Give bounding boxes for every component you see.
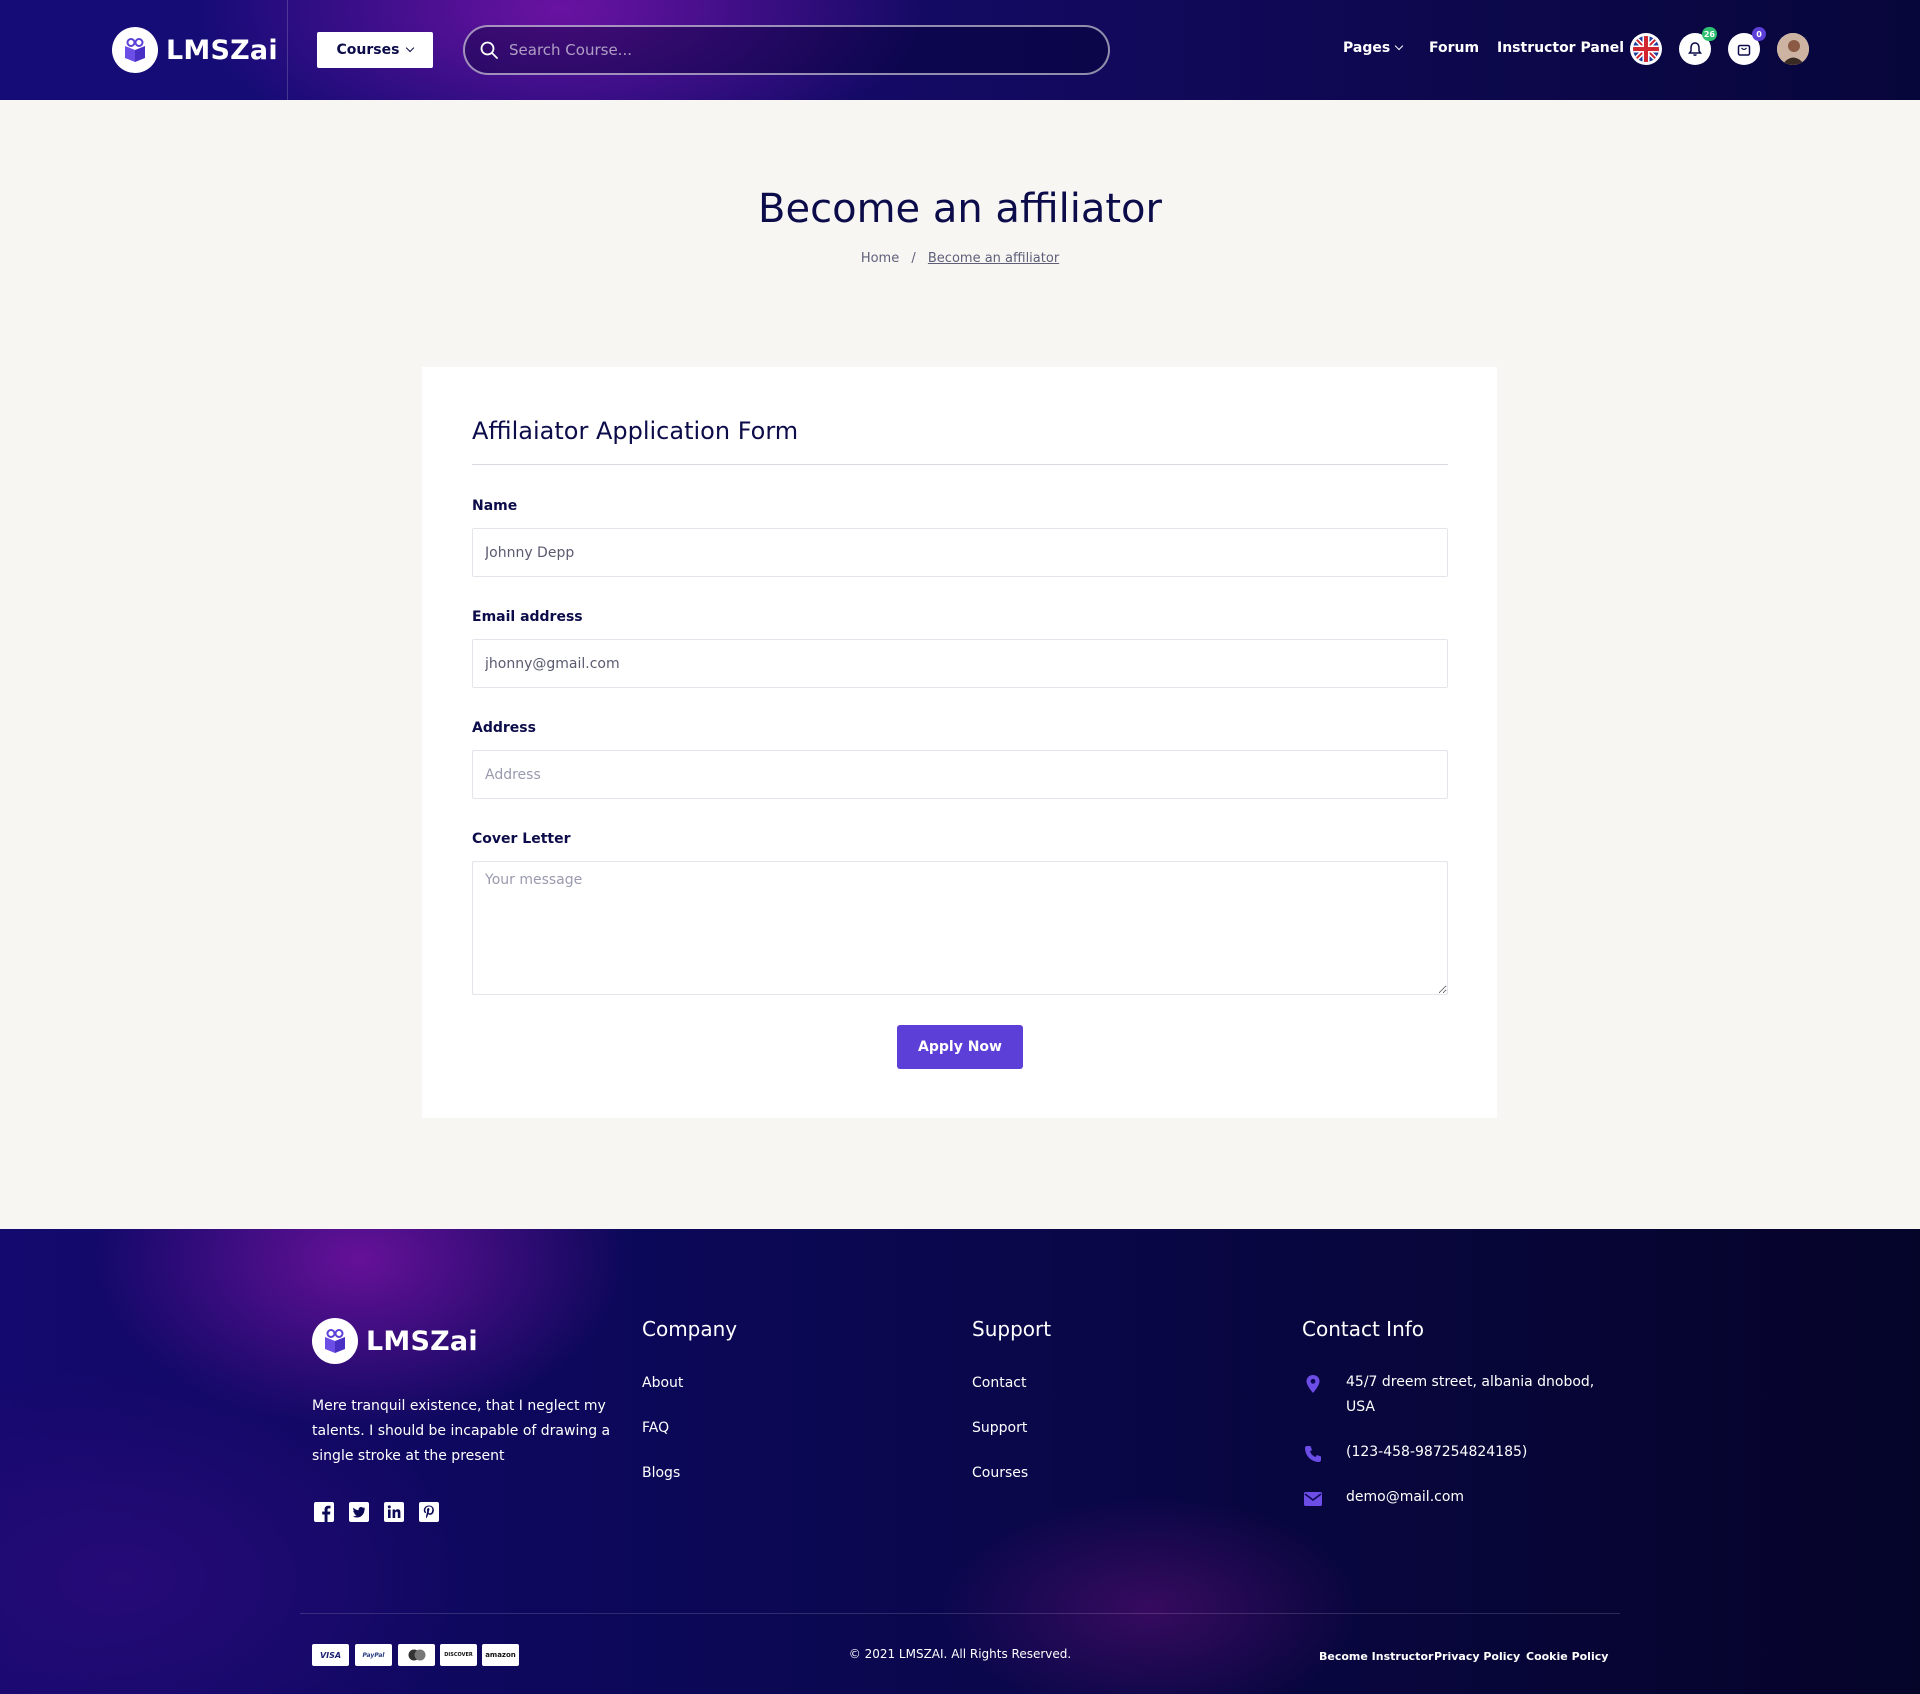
notification-count-badge: 26: [1701, 27, 1717, 41]
address-field[interactable]: [472, 750, 1448, 799]
nav-pages-label: Pages: [1343, 40, 1391, 56]
footer-divider: [300, 1613, 1620, 1614]
twitter-icon[interactable]: [347, 1500, 371, 1524]
bell-icon: [1688, 42, 1702, 56]
courses-label: Courses: [336, 42, 400, 58]
cart-button[interactable]: 0: [1728, 27, 1766, 65]
nav-forum-label: Forum: [1429, 40, 1480, 56]
footer-link-contact[interactable]: Contact: [972, 1375, 1026, 1391]
brand-name: LMSZai: [166, 34, 278, 66]
uk-flag-icon: [1633, 36, 1659, 62]
privacy-policy-link[interactable]: Privacy Policy: [1434, 1650, 1520, 1663]
become-instructor-link[interactable]: Become Instructor: [1319, 1650, 1433, 1663]
shopping-bag-icon: [1737, 44, 1751, 56]
facebook-icon[interactable]: [312, 1500, 336, 1524]
phone-icon: [1302, 1443, 1324, 1465]
linkedin-icon[interactable]: [382, 1500, 406, 1524]
address-label: Address: [472, 720, 536, 736]
breadcrumb: Home / Become an affiliator: [0, 251, 1920, 266]
nav-instructor-panel[interactable]: Instructor Panel: [1497, 40, 1624, 56]
name-label: Name: [472, 498, 518, 514]
header-divider: [287, 0, 288, 100]
cart-count-badge: 0: [1752, 27, 1766, 41]
chevron-down-icon: [1394, 41, 1404, 51]
contact-phone: (123-458-987254824185): [1346, 1444, 1528, 1460]
breadcrumb-current[interactable]: Become an affiliator: [928, 251, 1059, 266]
search-bar: [463, 25, 1110, 75]
footer-link-courses[interactable]: Courses: [972, 1465, 1028, 1481]
location-pin-icon: [1302, 1373, 1324, 1395]
contact-info-title: Contact Info: [1302, 1317, 1425, 1341]
search-input[interactable]: [509, 41, 1069, 59]
footer-brand-name: LMSZai: [366, 1325, 478, 1357]
user-avatar[interactable]: [1777, 33, 1809, 65]
affiliate-form-card: Affilaiator Application Form Name Email …: [422, 367, 1497, 1118]
avatar-icon: [1777, 33, 1809, 65]
nav-instructor-panel-label: Instructor Panel: [1497, 40, 1625, 56]
company-title: Company: [642, 1317, 738, 1341]
form-title: Affilaiator Application Form: [472, 417, 799, 445]
breadcrumb-separator: /: [911, 251, 916, 266]
email-label: Email address: [472, 609, 583, 625]
copyright-text: © 2021 LMSZAI. All Rights Reserved.: [848, 1647, 1072, 1661]
breadcrumb-home[interactable]: Home: [861, 251, 899, 266]
courses-dropdown-button[interactable]: Courses: [317, 32, 433, 68]
footer-brand-logo[interactable]: LMSZai: [312, 1318, 478, 1364]
footer-link-faq[interactable]: FAQ: [642, 1420, 669, 1436]
apply-now-button[interactable]: Apply Now: [897, 1025, 1023, 1069]
top-header: LMSZai Courses Pages Forum Instructor Pa…: [0, 0, 1920, 100]
footer-link-support[interactable]: Support: [972, 1420, 1027, 1436]
cover-letter-field[interactable]: [472, 861, 1448, 995]
logo-icon: [312, 1318, 358, 1364]
logo-icon: [112, 27, 158, 73]
support-title: Support: [972, 1317, 1052, 1341]
pinterest-icon[interactable]: [417, 1500, 441, 1524]
mail-icon: [1302, 1488, 1324, 1510]
site-footer: LMSZai Mere tranquil existence, that I n…: [0, 1229, 1920, 1694]
nav-forum[interactable]: Forum: [1429, 40, 1479, 56]
page-title: Become an affiliator: [758, 186, 1162, 232]
footer-link-blogs[interactable]: Blogs: [642, 1465, 680, 1481]
name-field[interactable]: [472, 528, 1448, 577]
language-switcher[interactable]: [1630, 33, 1662, 65]
cookie-policy-link[interactable]: Cookie Policy: [1526, 1650, 1608, 1663]
cover-letter-label: Cover Letter: [472, 831, 571, 847]
email-field[interactable]: [472, 639, 1448, 688]
nav-pages[interactable]: Pages: [1343, 40, 1404, 56]
form-title-divider: [472, 464, 1448, 465]
brand-logo[interactable]: LMSZai: [112, 27, 278, 73]
footer-description: Mere tranquil existence, that I neglect …: [312, 1398, 611, 1464]
contact-email: demo@mail.com: [1346, 1489, 1465, 1505]
chevron-down-icon: [406, 43, 415, 53]
search-icon: [480, 41, 498, 59]
notifications-button[interactable]: 26: [1679, 27, 1717, 65]
contact-address: 45/7 dreem street, albania dnobod, USA: [1346, 1374, 1595, 1415]
footer-link-about[interactable]: About: [642, 1375, 683, 1391]
